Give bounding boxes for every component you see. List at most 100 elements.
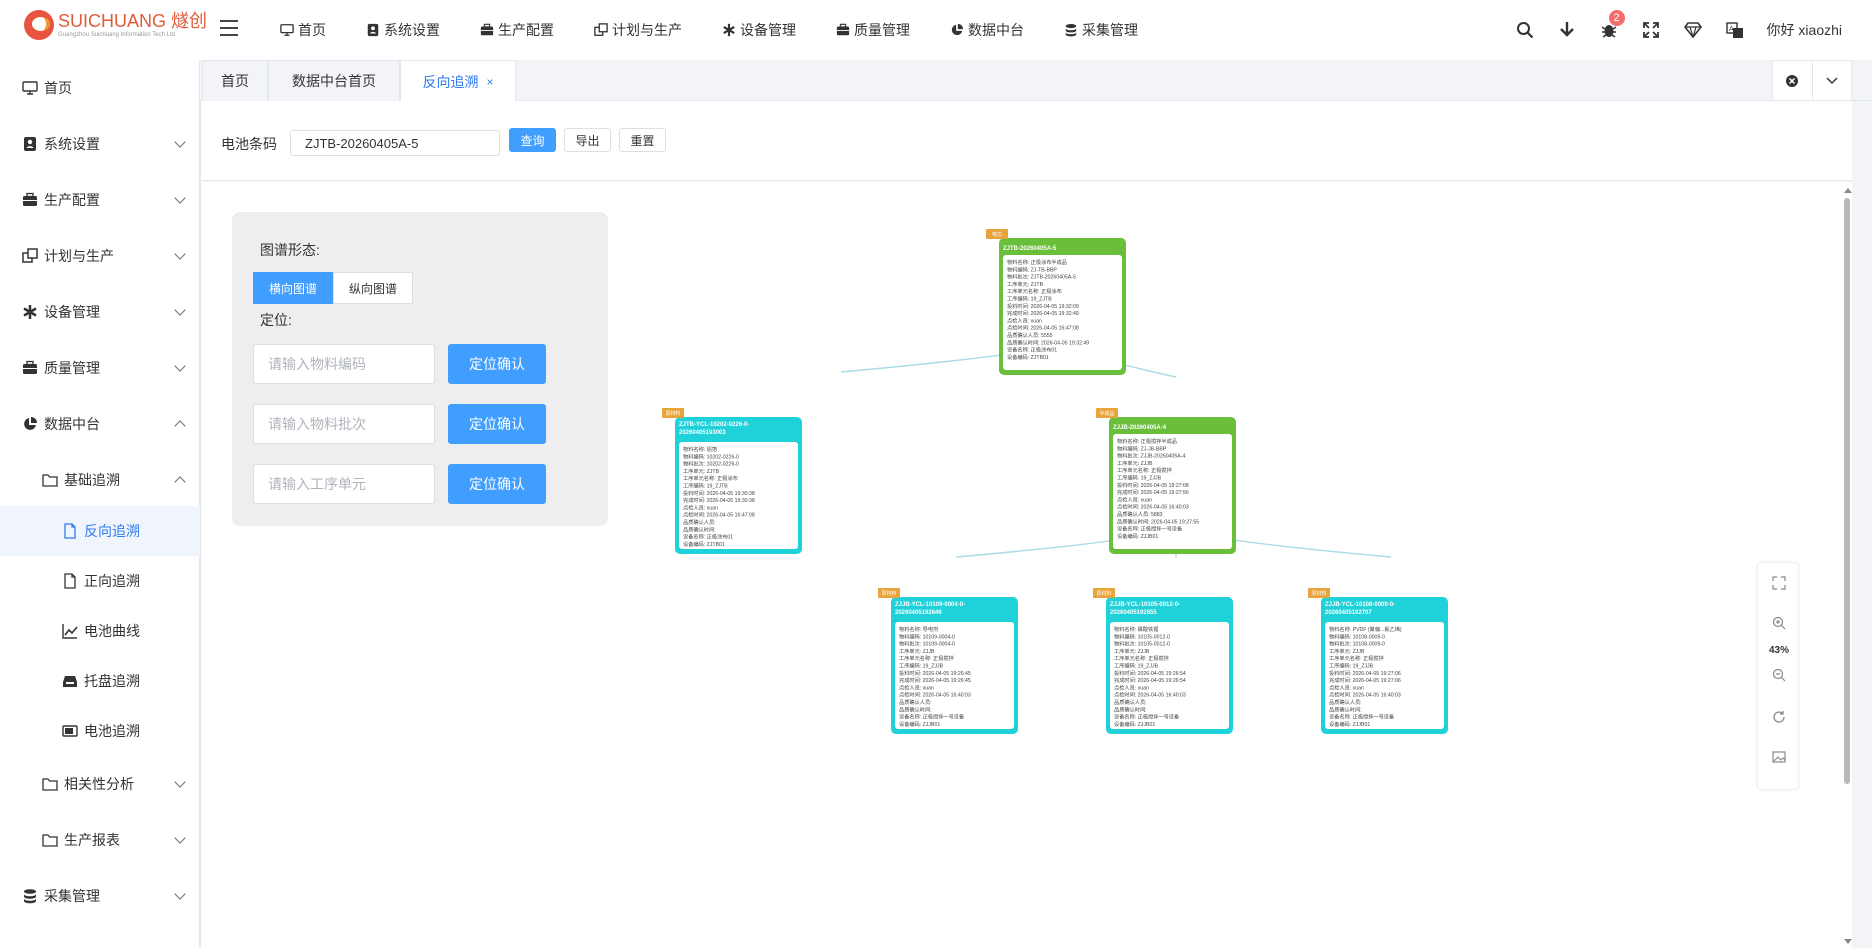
topnav-quality[interactable]: 质量管理 — [836, 20, 910, 40]
sidebar-item-label: 首页 — [44, 80, 72, 96]
sidebar-item-battery-trace[interactable]: 电池追溯 — [0, 706, 200, 756]
sidebar-item-quality[interactable]: 质量管理 — [0, 340, 200, 396]
sidebar-item-home[interactable]: 首页 — [0, 60, 200, 116]
briefcase-icon — [23, 192, 37, 206]
zoom-toolbar: 43% — [1757, 562, 1799, 790]
sidebar-item-system-settings[interactable]: 系统设置 — [0, 116, 200, 172]
document-icon — [64, 573, 76, 589]
tab-controls — [1772, 60, 1852, 101]
graph-nodes: 电芯 ZJTB-20260405A-5 物料名称: 正极涂布半成品物料编码: ZJ-… — [662, 229, 1448, 734]
trace-node[interactable]: 原材料 ZJTB-YCL-10202-0226-0- 20260405193003 物… — [662, 408, 802, 554]
node-field: 点检时间: 2026-04-05 16:47:08 — [683, 511, 755, 519]
topnav-data-center[interactable]: 数据中台 — [950, 20, 1024, 40]
sidebar-item-label: 电池追溯 — [84, 723, 140, 739]
tab-reverse-trace[interactable]: 反向追溯 × — [400, 60, 516, 102]
node-field: 设备编码: ZJJB01 — [1117, 532, 1158, 540]
pie-chart-icon — [24, 417, 37, 430]
sidebar-item-basic-trace[interactable]: 基础追溯 — [0, 452, 200, 508]
refresh-icon[interactable] — [1769, 707, 1789, 727]
node-field: 投料时间: 2026-04-05 19:27:06 — [1329, 669, 1401, 677]
vertical-scrollbar[interactable] — [1841, 182, 1853, 948]
windows-icon — [22, 248, 38, 263]
chevron-down-icon — [174, 832, 186, 844]
topnav-system-settings[interactable]: 系统设置 — [366, 20, 440, 40]
node-field: 点检人员: xuan — [1329, 683, 1364, 691]
node-field: 工序单元: ZJJB — [1117, 459, 1153, 467]
topnav-planning[interactable]: 计划与生产 — [594, 20, 682, 40]
search-icon[interactable] — [1515, 20, 1535, 40]
sidebar-item-reverse-trace[interactable]: 反向追溯 — [0, 506, 200, 556]
node-field: 投料时间: 2026-04-05 19:27:08 — [1117, 481, 1189, 489]
node-field: 品质确认时间: — [1114, 705, 1147, 713]
battery-barcode-input[interactable]: ZJTB-20260405A-5 — [290, 130, 500, 156]
node-field: 工序单元名称: 正极搅拌 — [1117, 466, 1172, 474]
windows-icon — [594, 23, 608, 36]
close-icon[interactable]: × — [486, 75, 493, 89]
scroll-up-icon[interactable] — [1842, 186, 1854, 196]
query-button[interactable]: 查询 — [509, 128, 556, 152]
export-button[interactable]: 导出 — [564, 128, 611, 152]
chevron-down-icon — [174, 136, 186, 148]
tab-data-center-home[interactable]: 数据中台首页 — [268, 60, 400, 101]
topnav-collection[interactable]: 采集管理 — [1064, 20, 1138, 40]
close-all-tabs-icon[interactable] — [1773, 61, 1813, 100]
chevron-down-icon[interactable] — [1813, 61, 1852, 100]
sidebar-item-forward-trace[interactable]: 正向追溯 — [0, 556, 200, 606]
trace-node[interactable]: 原材料 ZJJB-YCL-10109-0004-0- 20260405192646 物… — [878, 588, 1018, 734]
sidebar-item-tray-trace[interactable]: 托盘追溯 — [0, 656, 200, 706]
sidebar-item-planning[interactable]: 计划与生产 — [0, 228, 200, 284]
scroll-thumb[interactable] — [1844, 198, 1850, 784]
trace-node[interactable]: 电芯 ZJTB-20260405A-5 物料名称: 正极涂布半成品物料编码: ZJ-… — [986, 229, 1126, 375]
node-field: 物料名称: 导电剂 — [899, 625, 938, 633]
diamond-icon[interactable] — [1683, 20, 1703, 40]
node-field: 物料编码: ZJ-TB-BBP — [1007, 265, 1057, 273]
scroll-down-icon[interactable] — [1842, 936, 1854, 946]
user-card-icon — [367, 23, 379, 37]
topnav-equipment[interactable]: 设备管理 — [722, 20, 796, 40]
sidebar-item-collection[interactable]: 采集管理 — [0, 868, 200, 924]
menu-toggle-icon[interactable] — [220, 20, 238, 36]
trace-node[interactable]: 半成品 ZJJB-20260405A-4 物料名称: 正极搅拌半成品物料编码: ZJ… — [1096, 408, 1236, 554]
zoom-out-icon[interactable] — [1769, 665, 1789, 685]
sidebar-item-label: 反向追溯 — [84, 523, 140, 539]
image-export-icon[interactable] — [1769, 747, 1789, 767]
tab-home[interactable]: 首页 — [202, 60, 268, 101]
fit-view-icon[interactable] — [1769, 573, 1789, 593]
sidebar-item-reports[interactable]: 生产报表 — [0, 812, 200, 868]
fullscreen-icon[interactable] — [1641, 20, 1661, 40]
pie-chart-icon — [951, 23, 964, 36]
document-icon — [64, 523, 76, 539]
node-field: 工序单元: ZJJB — [1329, 647, 1365, 655]
sidebar-item-correlation[interactable]: 相关性分析 — [0, 756, 200, 812]
sidebar-item-battery-curve[interactable]: 电池曲线 — [0, 606, 200, 656]
sidebar-item-equipment[interactable]: 设备管理 — [0, 284, 200, 340]
node-field: 设备名称: 正极搅拌一号设备 — [1329, 713, 1395, 721]
user-greeting[interactable]: 你好 xiaozhi — [1767, 20, 1842, 40]
line-chart-icon — [62, 624, 78, 639]
node-field: 设备名称: 正极涂布01 — [1007, 346, 1057, 354]
zoom-in-icon[interactable] — [1769, 613, 1789, 633]
node-field: 点检人员: xuan — [1007, 316, 1042, 324]
node-title: 20260405193003 — [679, 430, 726, 436]
trace-node[interactable]: 原材料 ZJJB-YCL-10108-0009-0- 20260405192707 物… — [1308, 588, 1448, 734]
topnav-production-config[interactable]: 生产配置 — [480, 20, 554, 40]
reset-button[interactable]: 重置 — [619, 128, 666, 152]
sidebar-item-production-config[interactable]: 生产配置 — [0, 172, 200, 228]
node-field: 品质确认时间: 2026-04-05 19:27:55 — [1117, 517, 1199, 525]
trace-node[interactable]: 原材料 ZJJB-YCL-10105-0012-0- 20260405192655 物… — [1093, 588, 1233, 734]
brand-logo[interactable]: SUICHUANG 燧创 Guangzhou Suichuang Informa… — [24, 10, 207, 40]
language-icon[interactable]: A — [1725, 20, 1745, 40]
trace-graph[interactable]: 电芯 ZJTB-20260405A-5 物料名称: 正极涂布半成品物料编码: ZJ-… — [201, 182, 1841, 948]
node-field: 物料批次: 10108-0009-0 — [1329, 640, 1385, 648]
node-field: 设备名称: 正极搅拌一号设备 — [899, 713, 965, 721]
sidebar-item-data-center[interactable]: 数据中台 — [0, 396, 200, 452]
node-field: 物料名称: 正极涂布半成品 — [1007, 258, 1067, 266]
bug-icon[interactable]: 2 — [1599, 10, 1625, 40]
node-field: 工序编码: 19_ZJTB — [1007, 295, 1052, 303]
node-field: 投料时间: 2026-04-05 19:32:09 — [1007, 302, 1079, 310]
node-field: 点检人员: xuan — [1114, 683, 1149, 691]
node-field: 品质确认人员: — [683, 518, 716, 526]
node-field: 点检时间: 2026-04-05 16:40:03 — [899, 691, 971, 699]
topnav-home[interactable]: 首页 — [280, 20, 326, 40]
download-icon[interactable] — [1557, 20, 1577, 40]
